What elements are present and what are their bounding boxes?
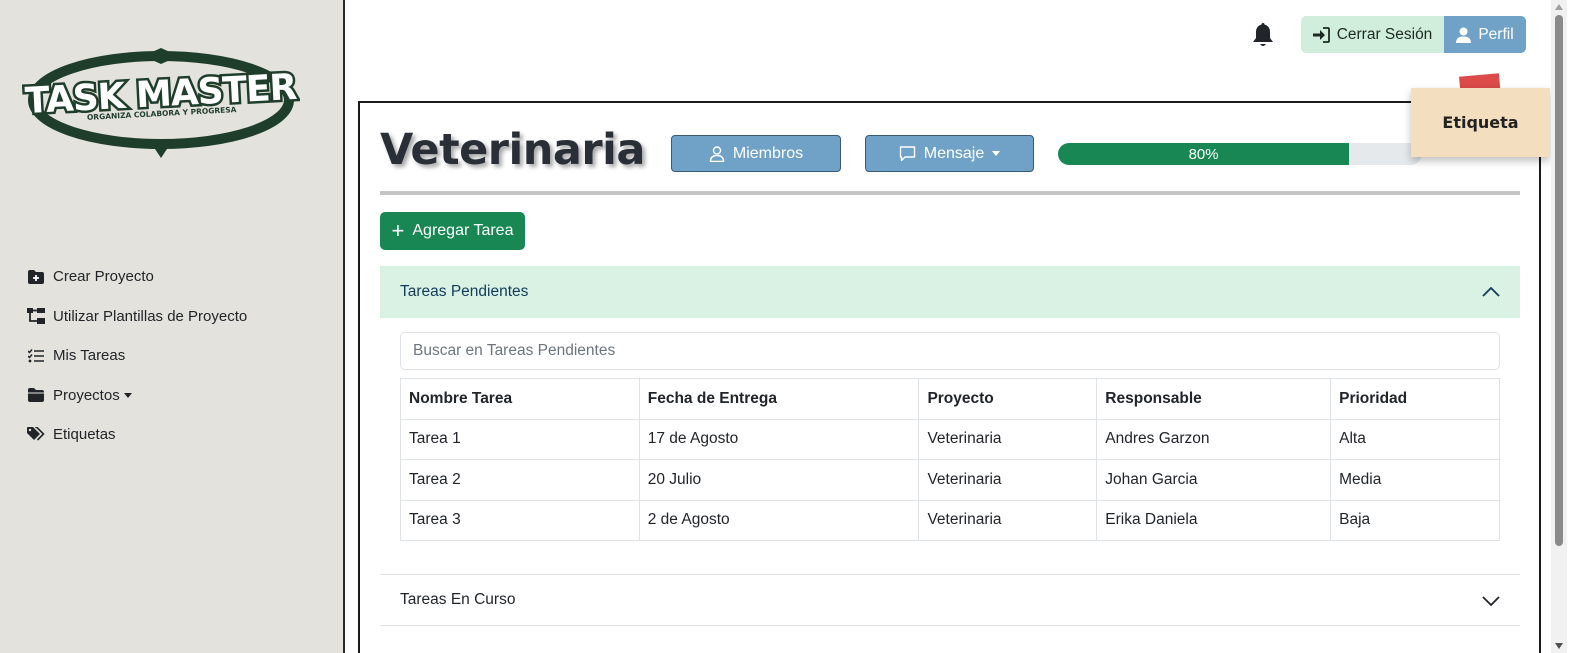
- folder-plus-icon: [27, 269, 45, 285]
- task-master-logo[interactable]: TASK MASTER ORGANIZA COLABORA Y PROGRESA: [22, 42, 300, 160]
- sidebar-item-proyectos[interactable]: Proyectos: [27, 376, 247, 416]
- sign-in-icon: [1312, 26, 1330, 43]
- table-cell: Veterinaria: [918, 499, 1098, 541]
- scroll-up-arrow-icon[interactable]: [1555, 4, 1563, 10]
- table-cell: Johan Garcia: [1096, 459, 1332, 501]
- sticky-note-text: Etiqueta: [1442, 113, 1519, 132]
- sidebar-item-crear-proyecto[interactable]: Crear Proyecto: [27, 257, 247, 297]
- table-cell: Veterinaria: [918, 418, 1098, 460]
- accordion-title: Tareas En Curso: [400, 591, 516, 608]
- accordion-in-progress-header[interactable]: Tareas En Curso: [380, 574, 1520, 626]
- sidebar-item-label: Crear Proyecto: [53, 268, 154, 286]
- table-cell: Tarea 3: [400, 499, 640, 541]
- table-cell: Tarea 2: [400, 459, 640, 501]
- search-pending-input[interactable]: [400, 332, 1500, 370]
- table-cell: Veterinaria: [918, 459, 1098, 501]
- sidebar: TASK MASTER ORGANIZA COLABORA Y PROGRESA…: [0, 0, 345, 653]
- user-icon: [1456, 27, 1472, 43]
- caret-down-icon: [992, 151, 1001, 156]
- logout-label: Cerrar Sesión: [1336, 25, 1433, 43]
- profile-label: Perfil: [1478, 25, 1514, 43]
- sidebar-item-label: Etiquetas: [53, 426, 116, 444]
- table-header-row: Nombre Tarea Fecha de Entrega Proyecto R…: [400, 378, 1500, 420]
- column-header[interactable]: Responsable: [1096, 378, 1332, 420]
- table-cell: 17 de Agosto: [638, 418, 920, 460]
- title-divider: [380, 191, 1520, 195]
- scroll-down-arrow-icon[interactable]: [1555, 643, 1563, 649]
- sidebar-item-mis-tareas[interactable]: Mis Tareas: [27, 336, 247, 376]
- table-cell: Alta: [1330, 418, 1500, 460]
- table-cell: Erika Daniela: [1096, 499, 1332, 541]
- add-task-label: Agregar Tarea: [412, 222, 514, 239]
- scrollbar-thumb[interactable]: [1555, 15, 1563, 546]
- sidebar-nav: Crear Proyecto Utilizar Plantillas de Pr…: [27, 257, 247, 455]
- column-header[interactable]: Fecha de Entrega: [638, 378, 920, 420]
- plus-icon: +: [391, 218, 405, 243]
- project-card: [358, 101, 1541, 653]
- message-label: Mensaje: [923, 144, 985, 162]
- project-progress-bar: 80%: [1058, 143, 1422, 165]
- chevron-up-icon: [1482, 286, 1500, 297]
- accordion-title: Tareas Pendientes: [400, 283, 529, 300]
- column-header[interactable]: Prioridad: [1330, 378, 1500, 420]
- bell-icon: [1253, 23, 1273, 46]
- sidebar-item-plantillas[interactable]: Utilizar Plantillas de Proyecto: [27, 297, 247, 337]
- table-row[interactable]: Tarea 2 20 Julio Veterinaria Johan Garci…: [400, 459, 1500, 501]
- user-outline-icon: [709, 145, 725, 162]
- column-header[interactable]: Proyecto: [918, 378, 1098, 420]
- diagram-tree-icon: [27, 308, 45, 325]
- message-dropdown-button[interactable]: Mensaje: [865, 135, 1034, 172]
- members-button[interactable]: Miembros: [671, 135, 841, 172]
- sidebar-item-etiquetas[interactable]: Etiquetas: [27, 415, 247, 455]
- list-check-icon: [27, 348, 45, 364]
- logout-button[interactable]: Cerrar Sesión: [1301, 16, 1444, 53]
- table-cell: Andres Garzon: [1096, 418, 1332, 460]
- progress-fill: 80%: [1058, 143, 1350, 165]
- table-cell: Baja: [1330, 499, 1500, 541]
- sidebar-item-label: Proyectos: [53, 386, 120, 404]
- table-cell: Media: [1330, 459, 1500, 501]
- chevron-down-icon: [1482, 596, 1500, 607]
- table-cell: 2 de Agosto: [638, 499, 920, 541]
- table-cell: Tarea 1: [400, 418, 640, 460]
- chat-icon: [899, 145, 915, 161]
- sidebar-item-label: Mis Tareas: [53, 347, 126, 365]
- page-title: Veterinaria: [380, 125, 645, 175]
- pending-tasks-table: Nombre Tarea Fecha de Entrega Proyecto R…: [400, 378, 1500, 541]
- sticky-note-label[interactable]: Etiqueta: [1411, 88, 1550, 157]
- add-task-button[interactable]: + Agregar Tarea: [380, 212, 525, 250]
- column-header[interactable]: Nombre Tarea: [400, 378, 640, 420]
- sidebar-item-label: Utilizar Plantillas de Proyecto: [53, 307, 248, 325]
- accordion-pending-header[interactable]: Tareas Pendientes: [380, 266, 1520, 318]
- table-cell: 20 Julio: [638, 459, 920, 501]
- tags-icon: [27, 427, 45, 443]
- notifications-button[interactable]: [1250, 21, 1276, 49]
- profile-button[interactable]: Perfil: [1444, 16, 1526, 53]
- members-label: Miembros: [732, 144, 804, 162]
- page-scrollbar[interactable]: [1551, 0, 1567, 653]
- chevron-down-icon: [123, 392, 132, 398]
- table-row[interactable]: Tarea 3 2 de Agosto Veterinaria Erika Da…: [400, 499, 1500, 541]
- folder-icon: [27, 387, 45, 403]
- table-row[interactable]: Tarea 1 17 de Agosto Veterinaria Andres …: [400, 418, 1500, 460]
